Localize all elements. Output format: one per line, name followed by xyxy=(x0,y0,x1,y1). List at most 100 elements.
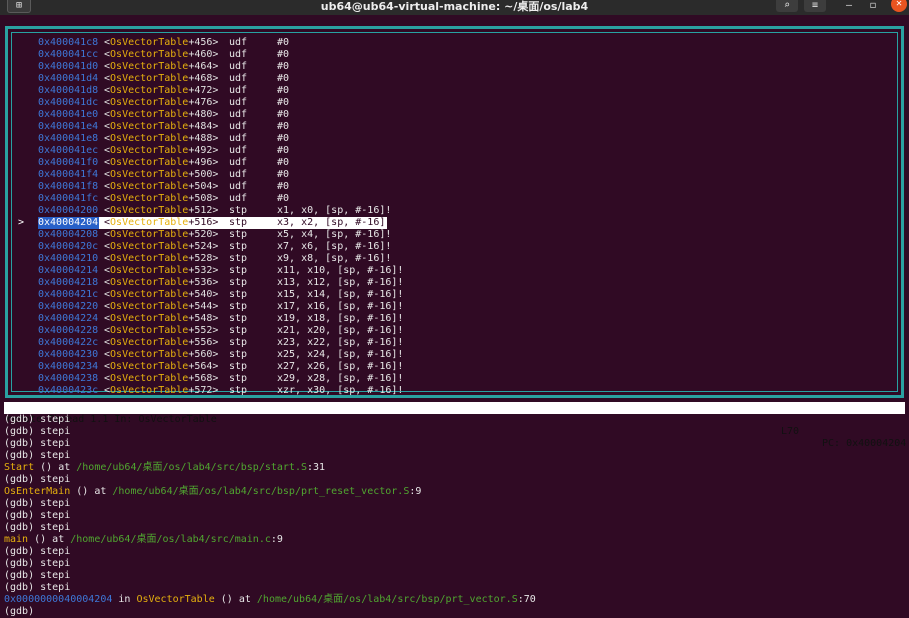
asm-symbol-offset: +504 xyxy=(188,181,213,192)
asm-symbol: <OsVectorTable+556> xyxy=(104,337,219,348)
asm-mnemonic: udf xyxy=(229,121,248,132)
asm-symbol-name: OsVectorTable xyxy=(110,349,189,360)
asm-address: 0x40004224 xyxy=(38,313,99,324)
asm-address: 0x400041d4 xyxy=(38,73,99,84)
minimize-icon[interactable]: – xyxy=(842,0,856,12)
asm-operands: x25, x24, [sp, #-16]! xyxy=(277,349,404,360)
gdb-command: stepi xyxy=(40,426,71,437)
asm-operands: #0 xyxy=(277,121,290,132)
gdb-command: stepi xyxy=(40,570,71,581)
asm-address: 0x4000421c xyxy=(38,289,99,300)
asm-mnemonic: stp xyxy=(229,361,248,372)
asm-symbol-offset: +528 xyxy=(188,253,213,264)
asm-symbol-offset: +512 xyxy=(188,205,213,216)
asm-mnemonic: stp xyxy=(229,313,248,324)
asm-symbol-offset: +480 xyxy=(188,109,213,120)
gdb-command-line: (gdb) stepi xyxy=(4,558,904,570)
gdb-command: stepi xyxy=(40,498,71,509)
asm-symbol-offset: +468 xyxy=(188,73,213,84)
asm-operands: #0 xyxy=(277,145,290,156)
asm-symbol-name: OsVectorTable xyxy=(110,157,189,168)
asm-symbol: <OsVectorTable+460> xyxy=(104,49,219,60)
asm-symbol-name: OsVectorTable xyxy=(110,73,189,84)
asm-operands: #0 xyxy=(277,97,290,108)
gdb-command: stepi xyxy=(40,450,71,461)
asm-symbol-offset: +556 xyxy=(188,337,213,348)
frame-path: /home/ub64/桌面/os/lab4/src/bsp/prt_vector… xyxy=(256,594,518,605)
frame-line-number: :70 xyxy=(517,594,536,605)
asm-mnemonic: stp xyxy=(229,241,248,252)
title-bar: ⊞ ub64@ub64-virtual-machine: ~/桌面/os/lab… xyxy=(0,0,909,15)
asm-symbol-name: OsVectorTable xyxy=(110,145,189,156)
asm-mnemonic: udf xyxy=(229,73,248,84)
maximize-icon[interactable]: ◻ xyxy=(866,0,880,12)
asm-symbol-name: OsVectorTable xyxy=(110,337,189,348)
asm-address: 0x40004218 xyxy=(38,277,99,288)
asm-mnemonic: udf xyxy=(229,145,248,156)
asm-mnemonic: udf xyxy=(229,157,248,168)
asm-operands: x3, x2, [sp, #-16]! xyxy=(277,217,392,228)
asm-symbol-offset: +544 xyxy=(188,301,213,312)
asm-operands: x29, x28, [sp, #-16]! xyxy=(277,373,404,384)
asm-address: 0x4000422c xyxy=(38,337,99,348)
asm-address: 0x40004228 xyxy=(38,325,99,336)
gdb-command-line: (gdb) stepi xyxy=(4,582,904,594)
gdb-frame-line: main () at /home/ub64/桌面/os/lab4/src/mai… xyxy=(4,534,904,546)
window-title: ub64@ub64-virtual-machine: ~/桌面/os/lab4 xyxy=(320,0,589,13)
asm-symbol-offset: +460 xyxy=(188,49,213,60)
asm-symbol-offset: +516 xyxy=(188,217,213,228)
asm-symbol-name: OsVectorTable xyxy=(110,313,189,324)
asm-symbol: <OsVectorTable+480> xyxy=(104,109,219,120)
search-icon[interactable]: ⌕ xyxy=(776,0,798,12)
asm-symbol-offset: +552 xyxy=(188,325,213,336)
asm-address: 0x400041e4 xyxy=(38,121,99,132)
asm-symbol: <OsVectorTable+468> xyxy=(104,73,219,84)
asm-symbol: <OsVectorTable+528> xyxy=(104,253,219,264)
asm-mnemonic: stp xyxy=(229,289,248,300)
asm-address: 0x4000423c xyxy=(38,385,99,396)
asm-symbol: <OsVectorTable+532> xyxy=(104,265,219,276)
gdb-command: stepi xyxy=(40,582,71,593)
asm-symbol: <OsVectorTable+504> xyxy=(104,181,219,192)
asm-mnemonic: stp xyxy=(229,373,248,384)
gdb-command: stepi xyxy=(40,474,71,485)
asm-symbol: <OsVectorTable+560> xyxy=(104,349,219,360)
gdb-console[interactable]: (gdb) stepi (gdb) stepi (gdb) stepi (gdb) s… xyxy=(4,414,904,618)
gdb-prompt: (gdb) xyxy=(4,474,41,485)
asm-mnemonic: stp xyxy=(229,205,248,216)
gdb-frame-line: OsEnterMain () at /home/ub64/桌面/os/lab4/… xyxy=(4,486,904,498)
asm-symbol: <OsVectorTable+520> xyxy=(104,229,219,240)
asm-mnemonic: udf xyxy=(229,169,248,180)
asm-mnemonic: stp xyxy=(229,277,248,288)
gdb-prompt: (gdb) xyxy=(4,414,41,425)
gdb-command: stepi xyxy=(40,414,71,425)
asm-symbol-offset: +496 xyxy=(188,157,213,168)
asm-symbol: <OsVectorTable+488> xyxy=(104,133,219,144)
asm-symbol-offset: +572 xyxy=(188,385,213,396)
frame-path: /home/ub64/桌面/os/lab4/src/main.c xyxy=(70,534,271,545)
disassembly-pane[interactable]: 0x400041c8 <OsVectorTable+456> udf #0 0x4000… xyxy=(5,26,904,398)
asm-symbol-name: OsVectorTable xyxy=(110,37,189,48)
gdb-command-line: (gdb) stepi xyxy=(4,450,904,462)
asm-operands: xzr, x30, [sp, #-16]! xyxy=(277,385,404,396)
asm-address: 0x40004210 xyxy=(38,253,99,264)
asm-mnemonic: stp xyxy=(229,217,248,228)
asm-symbol-name: OsVectorTable xyxy=(110,61,189,72)
asm-mnemonic: stp xyxy=(229,229,248,240)
gdb-prompt: (gdb) xyxy=(4,510,41,521)
asm-symbol-name: OsVectorTable xyxy=(110,265,189,276)
asm-symbol-name: OsVectorTable xyxy=(110,301,189,312)
frame-function: Start xyxy=(4,462,35,473)
asm-mnemonic: udf xyxy=(229,49,248,60)
gdb-frame-line: 0x0000000040004204 in OsVectorTable () a… xyxy=(4,594,904,606)
asm-address: 0x40004234 xyxy=(38,361,99,372)
hamburger-menu-icon[interactable]: ≡ xyxy=(804,0,826,12)
frame-line-number: :9 xyxy=(270,534,283,545)
asm-symbol: <OsVectorTable+508> xyxy=(104,193,219,204)
gdb-prompt: (gdb) xyxy=(4,558,41,569)
asm-operands: x15, x14, [sp, #-16]! xyxy=(277,289,404,300)
asm-symbol-name: OsVectorTable xyxy=(110,229,189,240)
frame-function: main xyxy=(4,534,29,545)
asm-mnemonic: udf xyxy=(229,61,248,72)
asm-operands: #0 xyxy=(277,133,290,144)
